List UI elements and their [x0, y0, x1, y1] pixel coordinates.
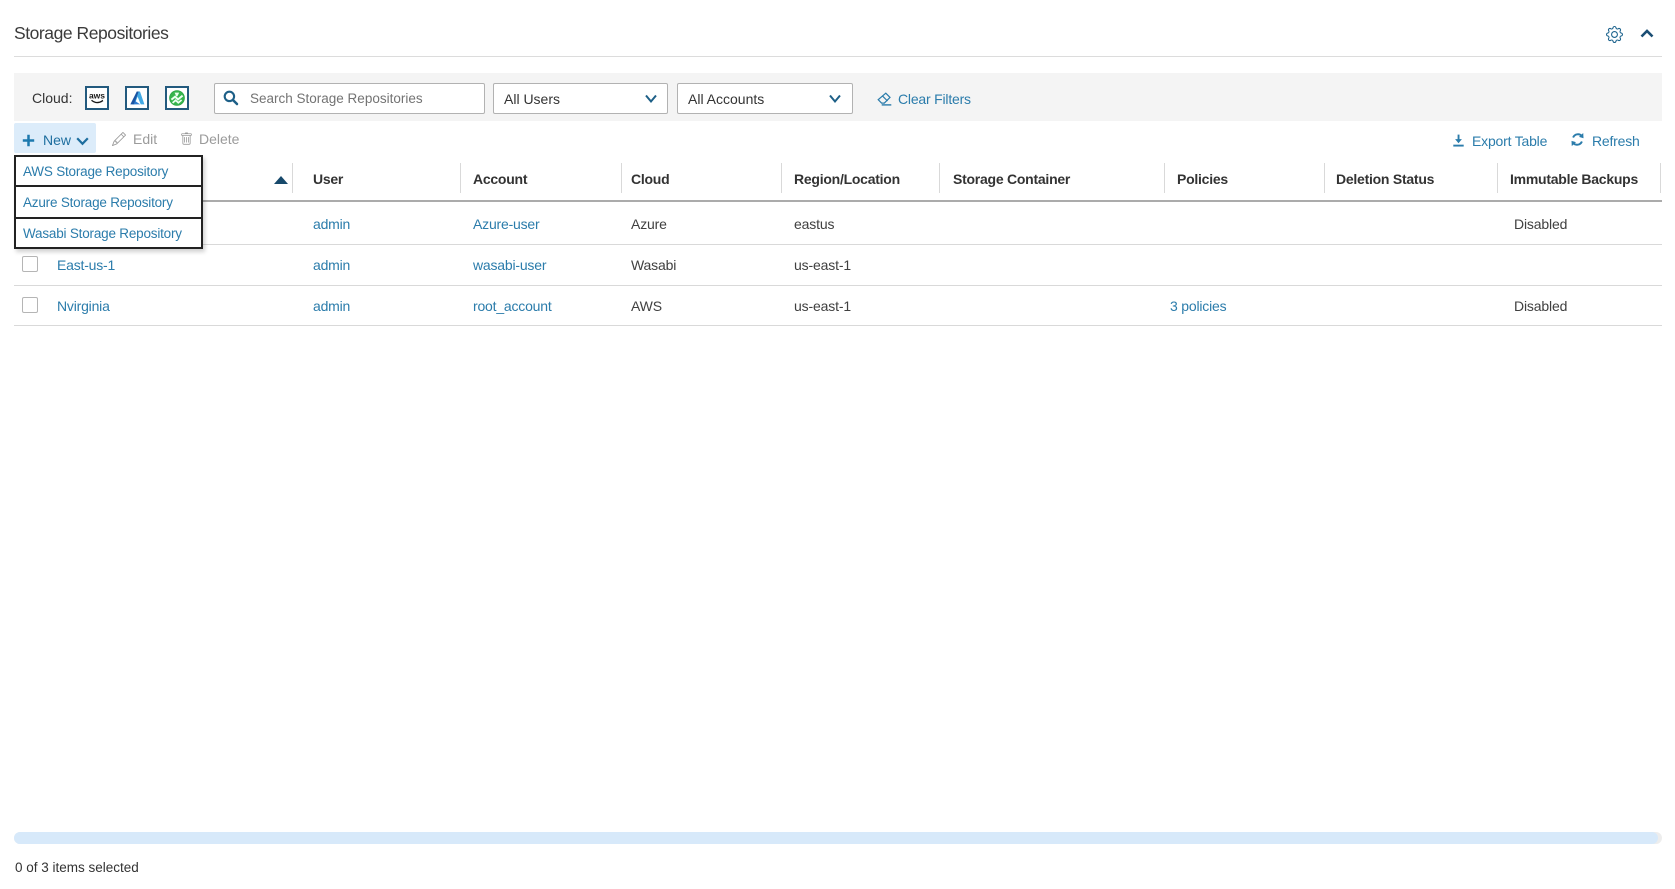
svg-text:aws: aws — [89, 91, 105, 101]
